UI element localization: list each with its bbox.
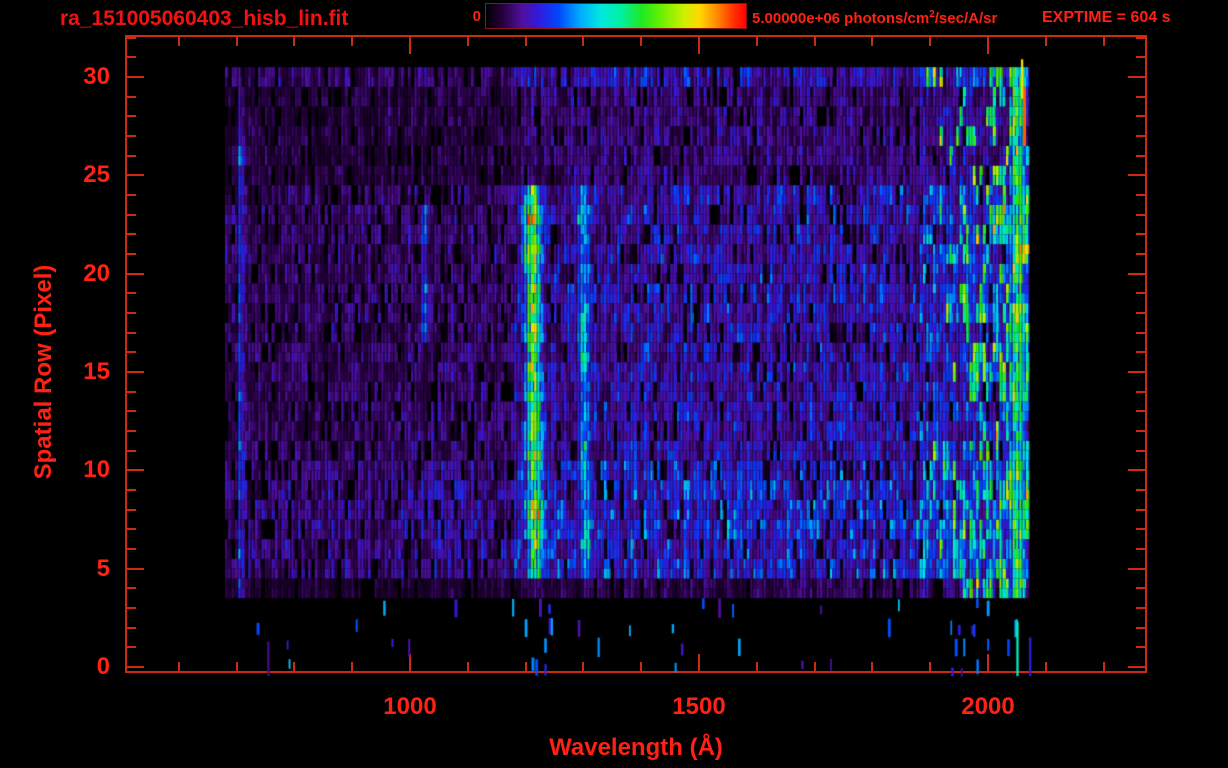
- spectrogram-heatmap: [0, 0, 1228, 768]
- x-tick-label: 2000: [961, 693, 1015, 720]
- x-axis-title: Wavelength (Å): [549, 734, 723, 761]
- x-tick-label: 1500: [672, 693, 726, 720]
- y-tick-label: 25: [83, 161, 110, 189]
- x-tick-label: 1000: [383, 693, 437, 720]
- y-tick-label: 30: [83, 62, 110, 90]
- spectrogram-viewer: { "header": { "title": "ra_151005060403_…: [0, 0, 1228, 768]
- y-axis-title: Spatial Row (Pixel): [30, 264, 57, 480]
- y-tick-label: 0: [96, 653, 110, 680]
- y-tick-label: 5: [96, 554, 110, 582]
